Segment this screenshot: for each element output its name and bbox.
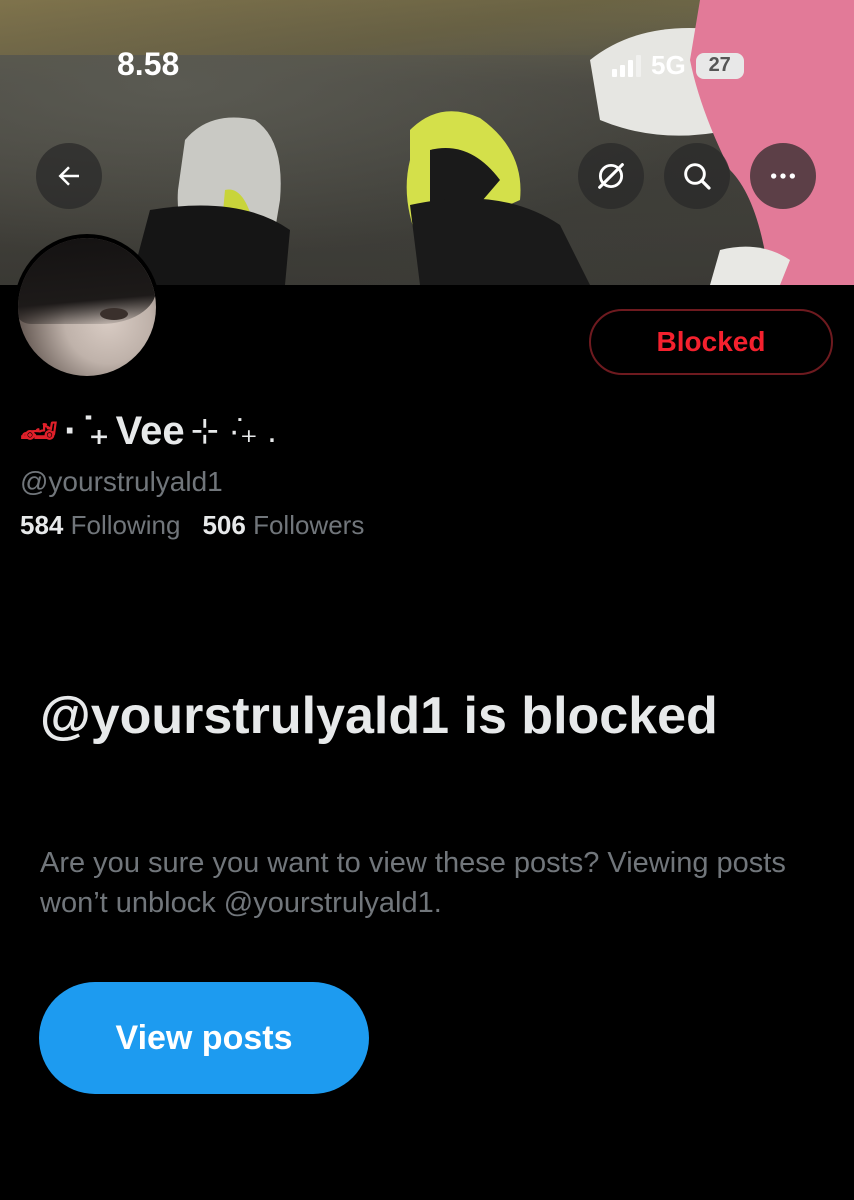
back-button[interactable] (36, 143, 102, 209)
display-name-text: Vee (115, 408, 185, 453)
blocked-description: Are you sure you want to view these post… (40, 847, 786, 919)
status-time: 8.58 (117, 46, 180, 82)
avatar[interactable] (14, 234, 160, 380)
followers-label: Followers (253, 510, 365, 540)
grok-slash-icon (598, 163, 624, 189)
blocked-button[interactable]: Blocked (589, 309, 833, 375)
followers-count: 506 (202, 510, 246, 540)
view-posts-button[interactable]: View posts (39, 982, 369, 1094)
status-indicators: 5G 27 (612, 50, 744, 81)
signal-icon (612, 54, 641, 77)
follow-stats: 584 Following 506 Followers (20, 510, 364, 541)
grok-button[interactable] (578, 143, 644, 209)
search-button[interactable] (664, 143, 730, 209)
display-name-prefix: · ̇₊ (64, 409, 110, 453)
blocked-title: @yourstrulyald1 is blocked (40, 687, 718, 745)
battery-level: 27 (708, 54, 731, 76)
followers-link[interactable]: 506 Followers (202, 510, 364, 541)
following-link[interactable]: 584 Following (20, 510, 180, 541)
display-name: 🏎 · ̇₊ Vee ⊹ ·̇₊ . (20, 408, 277, 454)
more-button[interactable] (750, 143, 816, 209)
race-car-icon: 🏎 (20, 414, 59, 448)
search-icon (684, 163, 711, 190)
avatar-image (18, 238, 156, 376)
display-name-suffix: ⊹ ·̇₊ . (190, 412, 277, 450)
arrow-left-icon (58, 166, 79, 186)
battery-icon: 27 (695, 52, 744, 79)
following-label: Following (70, 510, 181, 540)
network-type: 5G (651, 50, 686, 80)
more-horizontal-icon (771, 173, 795, 179)
profile-handle: @yourstrulyald1 (20, 466, 223, 497)
following-count: 584 (20, 510, 64, 540)
